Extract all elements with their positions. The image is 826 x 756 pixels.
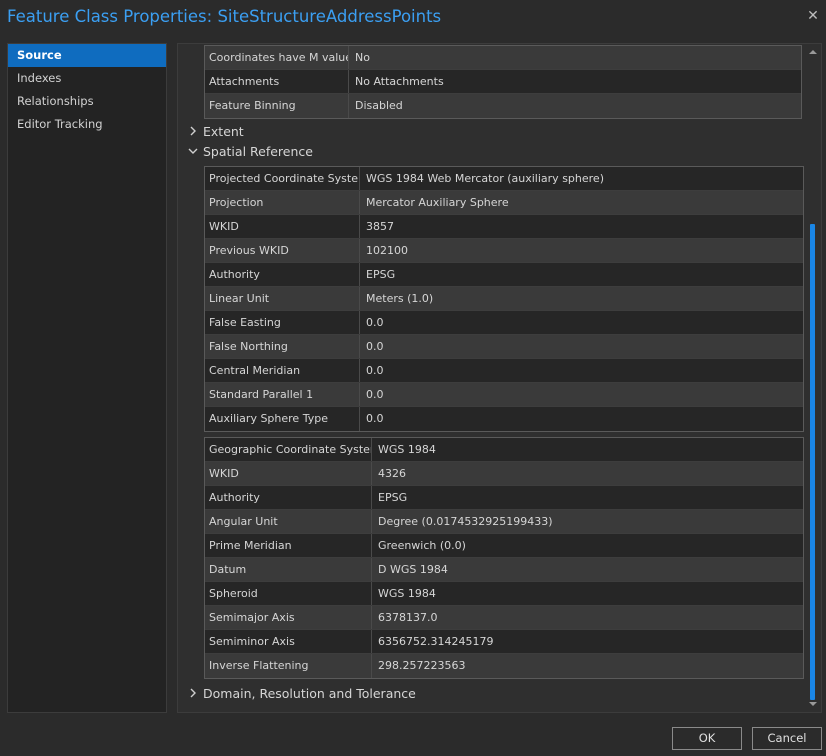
property-key: Datum — [205, 558, 372, 581]
property-value: 4326 — [378, 467, 406, 480]
property-value: EPSG — [366, 268, 396, 281]
property-key: WKID — [205, 215, 360, 238]
section-spatial-reference[interactable]: Spatial Reference — [186, 142, 313, 160]
projected-coordinate-system-table: Projected Coordinate System WGS 1984 Web… — [204, 166, 804, 432]
property-value: D WGS 1984 — [378, 563, 448, 576]
geographic-coordinate-system-table: Geographic Coordinate System WGS 1984 WK… — [204, 437, 804, 679]
property-key: Linear Unit — [205, 287, 360, 310]
property-value: EPSG — [378, 491, 408, 504]
property-key: Projection — [205, 191, 360, 214]
property-key: False Easting — [205, 311, 360, 334]
table-row: Linear Unit Meters (1.0) — [205, 287, 803, 311]
property-value: 0.0 — [366, 388, 384, 401]
property-value: 6378137.0 — [378, 611, 438, 624]
property-value: 0.0 — [366, 340, 384, 353]
property-key: Authority — [205, 263, 360, 286]
property-key: Central Meridian — [205, 359, 360, 382]
property-value: WGS 1984 — [378, 443, 436, 456]
property-value: Disabled — [355, 99, 403, 112]
property-value: Degree (0.0174532925199433) — [378, 515, 553, 528]
property-value: 6356752.314245179 — [378, 635, 494, 648]
property-key: Authority — [205, 486, 372, 509]
property-value: WGS 1984 — [378, 587, 436, 600]
table-row: False Easting 0.0 — [205, 311, 803, 335]
table-row: Angular Unit Degree (0.0174532925199433) — [205, 510, 803, 534]
table-row: Authority EPSG — [205, 486, 803, 510]
property-key: Feature Binning — [205, 94, 349, 118]
properties-panel: Coordinates have M value No Attachments … — [177, 43, 822, 713]
property-key: False Northing — [205, 335, 360, 358]
property-key: Geographic Coordinate System — [205, 438, 372, 461]
table-row: Central Meridian 0.0 — [205, 359, 803, 383]
table-row: Datum D WGS 1984 — [205, 558, 803, 582]
table-row: Auxiliary Sphere Type 0.0 — [205, 407, 803, 431]
scroll-up-arrow-icon[interactable] — [807, 46, 819, 58]
property-value: 102100 — [366, 244, 408, 257]
sidebar-item-source[interactable]: Source — [8, 44, 166, 67]
sidebar-item-editor-tracking[interactable]: Editor Tracking — [8, 113, 166, 136]
property-value: Meters (1.0) — [366, 292, 434, 305]
sidebar: Source Indexes Relationships Editor Trac… — [7, 43, 167, 713]
section-label: Domain, Resolution and Tolerance — [203, 685, 416, 701]
ok-button[interactable]: OK — [672, 727, 742, 750]
property-value: WGS 1984 Web Mercator (auxiliary sphere) — [366, 172, 604, 185]
property-key: Semimajor Axis — [205, 606, 372, 629]
property-value: 3857 — [366, 220, 394, 233]
table-row: WKID 3857 — [205, 215, 803, 239]
vertical-scrollbar[interactable] — [807, 44, 819, 712]
property-key: Previous WKID — [205, 239, 360, 262]
property-value: 298.257223563 — [378, 659, 466, 672]
chevron-right-icon — [190, 126, 196, 136]
property-key: Coordinates have M value — [205, 46, 349, 69]
table-row: Projection Mercator Auxiliary Sphere — [205, 191, 803, 215]
close-icon[interactable]: ✕ — [806, 8, 820, 24]
section-extent[interactable]: Extent — [186, 122, 244, 140]
property-key: Prime Meridian — [205, 534, 372, 557]
table-row: Prime Meridian Greenwich (0.0) — [205, 534, 803, 558]
table-row: Semiminor Axis 6356752.314245179 — [205, 630, 803, 654]
scrollbar-thumb[interactable] — [810, 224, 815, 700]
property-value: 0.0 — [366, 412, 384, 425]
property-key: Inverse Flattening — [205, 654, 372, 678]
scroll-down-arrow-icon[interactable] — [807, 698, 819, 710]
table-row: Inverse Flattening 298.257223563 — [205, 654, 803, 678]
property-key: Angular Unit — [205, 510, 372, 533]
title-bar: Feature Class Properties: SiteStructureA… — [0, 0, 826, 36]
table-row: Feature Binning Disabled — [205, 94, 801, 118]
property-key: Projected Coordinate System — [205, 167, 360, 190]
table-row: Standard Parallel 1 0.0 — [205, 383, 803, 407]
section-domain-resolution-tolerance[interactable]: Domain, Resolution and Tolerance — [186, 684, 416, 702]
property-value: 0.0 — [366, 364, 384, 377]
cancel-button[interactable]: Cancel — [752, 727, 822, 750]
table-row: Authority EPSG — [205, 263, 803, 287]
property-value: 0.0 — [366, 316, 384, 329]
property-key: WKID — [205, 462, 372, 485]
table-row: Geographic Coordinate System WGS 1984 — [205, 438, 803, 462]
table-row: WKID 4326 — [205, 462, 803, 486]
section-label: Extent — [203, 123, 244, 139]
table-row: Previous WKID 102100 — [205, 239, 803, 263]
general-properties-table: Coordinates have M value No Attachments … — [204, 45, 802, 119]
property-key: Semiminor Axis — [205, 630, 372, 653]
sidebar-item-relationships[interactable]: Relationships — [8, 90, 166, 113]
table-row: Semimajor Axis 6378137.0 — [205, 606, 803, 630]
sidebar-item-indexes[interactable]: Indexes — [8, 67, 166, 90]
table-row: False Northing 0.0 — [205, 335, 803, 359]
chevron-down-icon — [188, 148, 198, 154]
property-value: No Attachments — [355, 75, 444, 88]
table-row: Coordinates have M value No — [205, 46, 801, 70]
table-row: Spheroid WGS 1984 — [205, 582, 803, 606]
property-value: No — [355, 51, 370, 64]
property-value: Mercator Auxiliary Sphere — [366, 196, 509, 209]
property-key: Attachments — [205, 70, 349, 93]
table-row: Attachments No Attachments — [205, 70, 801, 94]
property-key: Spheroid — [205, 582, 372, 605]
property-value: Greenwich (0.0) — [378, 539, 466, 552]
chevron-right-icon — [190, 688, 196, 698]
table-row: Projected Coordinate System WGS 1984 Web… — [205, 167, 803, 191]
window-title: Feature Class Properties: SiteStructureA… — [7, 7, 442, 26]
section-label: Spatial Reference — [203, 143, 313, 159]
property-key: Auxiliary Sphere Type — [205, 407, 360, 431]
property-key: Standard Parallel 1 — [205, 383, 360, 406]
